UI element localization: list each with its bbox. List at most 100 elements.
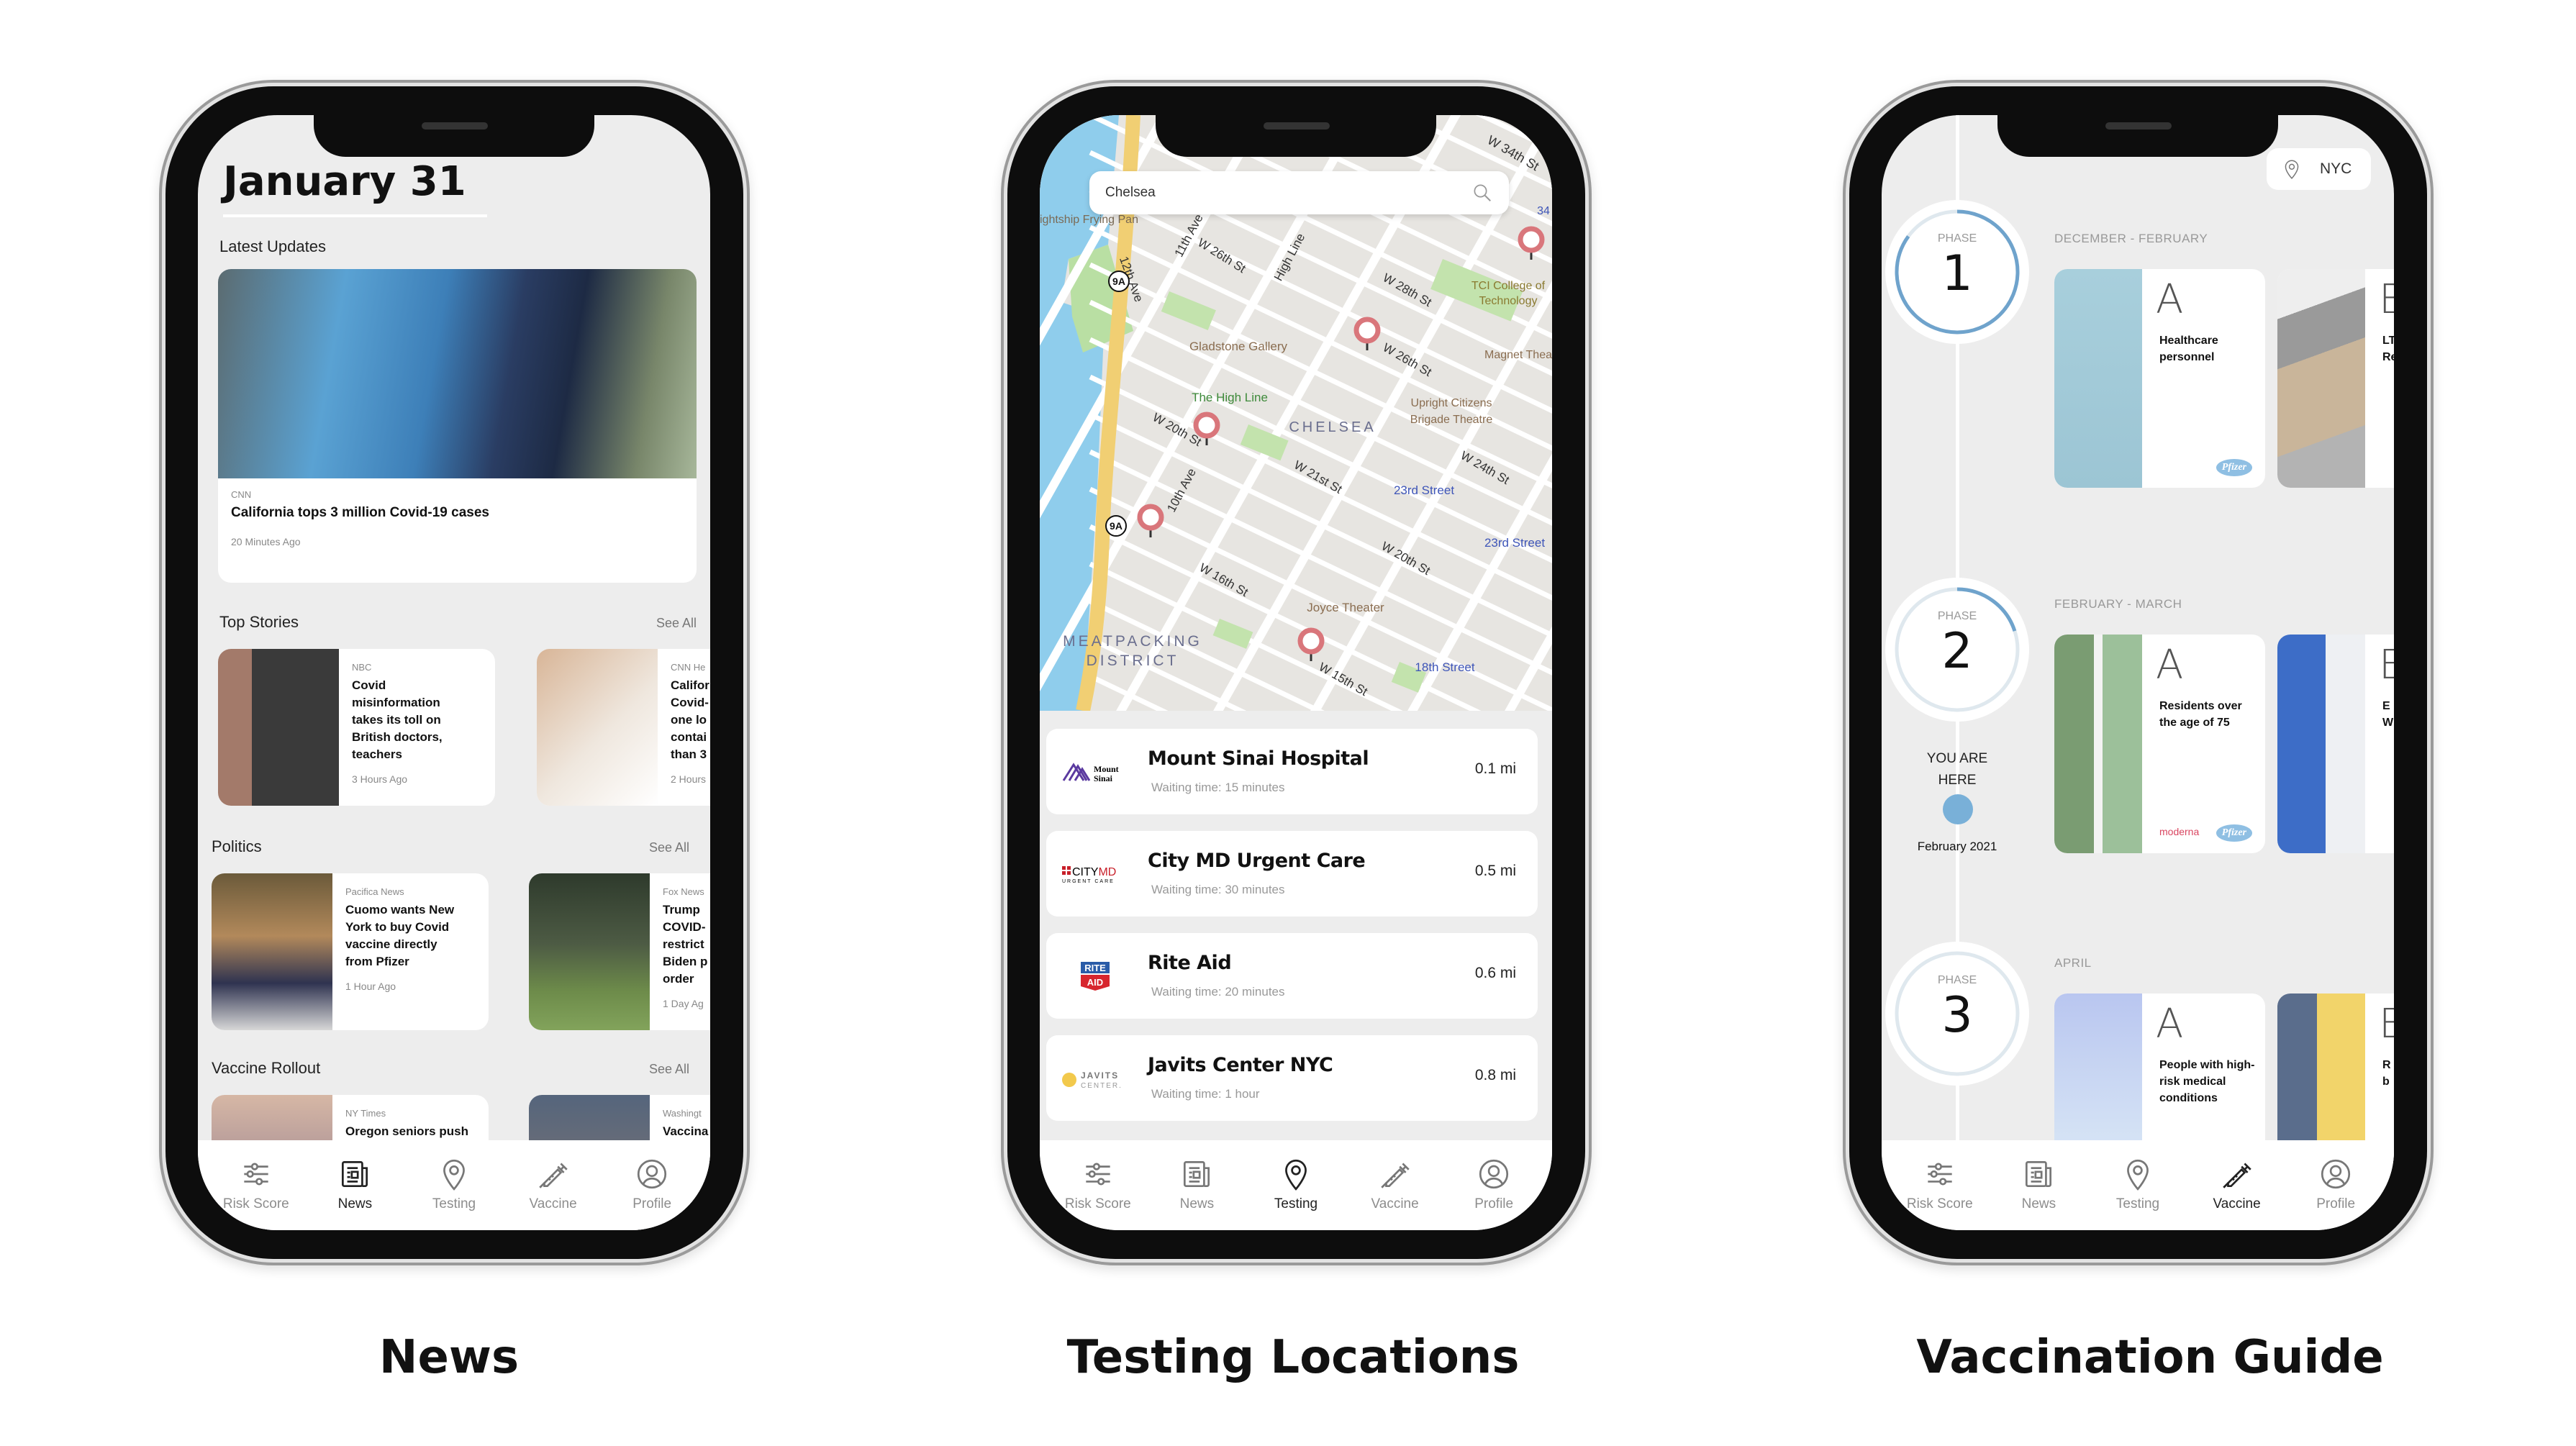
story-source: Pacifica News — [345, 886, 404, 897]
story-card[interactable]: CNN He Califor Covid-one lo contai than 3 2 H… — [537, 649, 710, 806]
story-photo — [537, 649, 658, 806]
see-all-link[interactable]: See All — [656, 616, 697, 631]
story-card[interactable]: Pacifica News Cuomo wants New York to buy … — [212, 873, 489, 1030]
group-description: Residents over the age of 75 — [2159, 700, 2242, 729]
location-name: Mount Sinai Hospital — [1148, 747, 1369, 770]
group-illustration — [2054, 635, 2142, 853]
notch — [1156, 115, 1436, 157]
priority-group-card[interactable]: B LT Re — [2277, 269, 2394, 488]
user-circle-icon — [638, 1159, 667, 1189]
tab-risk-score[interactable]: Risk Score — [1051, 1140, 1145, 1230]
testing-screen: ightship Frying Pan W 34th St W 26th St Hig… — [1040, 115, 1552, 1230]
tab-label: Profile — [1474, 1196, 1514, 1211]
story-title-line: Oregon seniors push — [345, 1124, 468, 1138]
search-value: Chelsea — [1105, 185, 1156, 200]
title-underline — [223, 214, 487, 217]
story-title-line: Covid — [352, 678, 386, 692]
tab-profile[interactable]: Profile — [1447, 1140, 1541, 1230]
tab-news[interactable]: News — [1992, 1140, 2085, 1230]
tab-news[interactable]: News — [1150, 1140, 1243, 1230]
location-name: Rite Aid — [1148, 952, 1232, 974]
story-card[interactable]: Fox News Trump COVID-restrict Biden p order 1… — [529, 873, 710, 1030]
map-label: 9A — [1110, 520, 1123, 532]
group-description: E W — [2382, 700, 2394, 729]
waiting-time: Waiting time: 1 hour — [1151, 1087, 1260, 1101]
map-label: CHELSEA — [1289, 419, 1376, 435]
tab-news[interactable]: News — [308, 1140, 402, 1230]
search-icon[interactable] — [1471, 182, 1493, 204]
svg-text:AID: AID — [1087, 977, 1103, 988]
story-source: NY Times — [345, 1108, 386, 1119]
group-description: LT Re — [2382, 335, 2394, 363]
see-all-link[interactable]: See All — [649, 1062, 689, 1077]
story-title-line: Covid- — [671, 696, 709, 709]
phone-testing: ightship Frying Pan W 34th St W 26th St Hig… — [1007, 86, 1585, 1259]
waiting-time: Waiting time: 20 minutes — [1151, 985, 1285, 999]
tab-vaccine[interactable]: Vaccine — [2190, 1140, 2284, 1230]
syringe-icon — [1380, 1163, 1410, 1188]
phase-indicator[interactable]: PHASE 2 — [1882, 574, 2033, 725]
search-input[interactable]: Chelsea — [1089, 171, 1509, 214]
story-photo — [218, 269, 697, 478]
story-title: California tops 3 million Covid-19 cases — [231, 505, 489, 520]
map-label: Upright Citizens — [1411, 397, 1492, 409]
map-label: MEATPACKING — [1063, 633, 1202, 650]
tab-vaccine[interactable]: Vaccine — [1348, 1140, 1442, 1230]
priority-group-card[interactable]: A Residents over the age of 75 moderna Pfiz… — [2054, 635, 2265, 853]
newspaper-icon — [2026, 1160, 2052, 1188]
tab-risk-score[interactable]: Risk Score — [1893, 1140, 1987, 1230]
phone-news: January 31 Latest Updates CNN California… — [165, 86, 743, 1259]
map-label: 23rd Street — [1394, 483, 1454, 497]
location-card[interactable]: RITE AID Rite Aid Waiting time: 20 minutes 0… — [1046, 933, 1538, 1019]
location-card[interactable]: CITYMD URGENT CARE City MD Urgent Care Wait… — [1046, 831, 1538, 917]
tab-risk-score[interactable]: Risk Score — [209, 1140, 303, 1230]
latest-story-card[interactable]: CNN California tops 3 million Covid-19 c… — [218, 269, 697, 583]
story-title-line: order — [663, 972, 694, 986]
sliders-icon — [1086, 1163, 1110, 1186]
phone-vaccine: NYC PHASE 1 DECEMBER - FEBRUARY A Healthcare… — [1849, 86, 2427, 1259]
tab-vaccine[interactable]: Vaccine — [507, 1140, 600, 1230]
group-description: R b — [2382, 1059, 2391, 1088]
provider-logo: JAVITS CENTER. — [1059, 1057, 1131, 1100]
tab-testing[interactable]: Testing — [2091, 1140, 2185, 1230]
map-label: Gladstone Gallery — [1189, 340, 1288, 353]
story-card[interactable]: NBC Covid misinformation takes its toll on B… — [218, 649, 495, 806]
tab-profile[interactable]: Profile — [2289, 1140, 2382, 1230]
tab-label: Testing — [432, 1196, 476, 1211]
tab-testing[interactable]: Testing — [407, 1140, 501, 1230]
priority-group-card[interactable]: E E W — [2277, 635, 2394, 853]
map-label: The High Line — [1192, 391, 1268, 404]
map-label: 18th Street — [1415, 660, 1474, 674]
moderna-logo: moderna — [2159, 826, 2200, 837]
tab-testing[interactable]: Testing — [1249, 1140, 1343, 1230]
notch — [1997, 115, 2278, 157]
phase-indicator[interactable]: PHASE 3 — [1882, 938, 2033, 1089]
svg-text:CENTER.: CENTER. — [1081, 1082, 1123, 1090]
location-card[interactable]: Mount Sinai Mount Sinai Hospital Waiting ti… — [1046, 729, 1538, 814]
pfizer-logo: Pfizer — [2216, 824, 2252, 842]
priority-group-card[interactable]: A Healthcare personnel Pfizer — [2054, 269, 2265, 488]
phase-label: PHASE — [1937, 974, 1977, 986]
see-all-link[interactable]: See All — [649, 840, 689, 855]
group-description: Healthcare personnel — [2159, 335, 2218, 363]
caption-vaccine: Vaccination Guide — [1916, 1331, 2384, 1384]
group-letter: B — [2379, 276, 2394, 323]
phase-label: PHASE — [1937, 232, 1977, 245]
location-value: NYC — [2320, 160, 2352, 177]
svg-text:URGENT CARE: URGENT CARE — [1062, 879, 1115, 884]
svg-text:RITE: RITE — [1084, 963, 1106, 973]
story-title-line: British doctors, — [352, 730, 443, 744]
location-selector[interactable]: NYC — [2267, 148, 2371, 190]
phase-indicator[interactable]: PHASE 1 — [1882, 196, 2033, 347]
tab-profile[interactable]: Profile — [605, 1140, 699, 1230]
story-source: CNN — [231, 489, 252, 500]
you-are-here-label: YOU ARE HERE — [1882, 748, 2033, 791]
map-label: 34 — [1537, 205, 1550, 217]
you-are-here-line: HERE — [1938, 773, 1977, 788]
story-title-line: Trump — [663, 903, 700, 917]
location-card[interactable]: JAVITS CENTER. Javits Center NYC Waiting ti… — [1046, 1035, 1538, 1121]
user-circle-icon — [2321, 1159, 2351, 1189]
story-source: NBC — [352, 662, 372, 673]
vaccine-screen: NYC PHASE 1 DECEMBER - FEBRUARY A Healthcare… — [1882, 115, 2394, 1230]
story-time: 20 Minutes Ago — [231, 536, 301, 547]
